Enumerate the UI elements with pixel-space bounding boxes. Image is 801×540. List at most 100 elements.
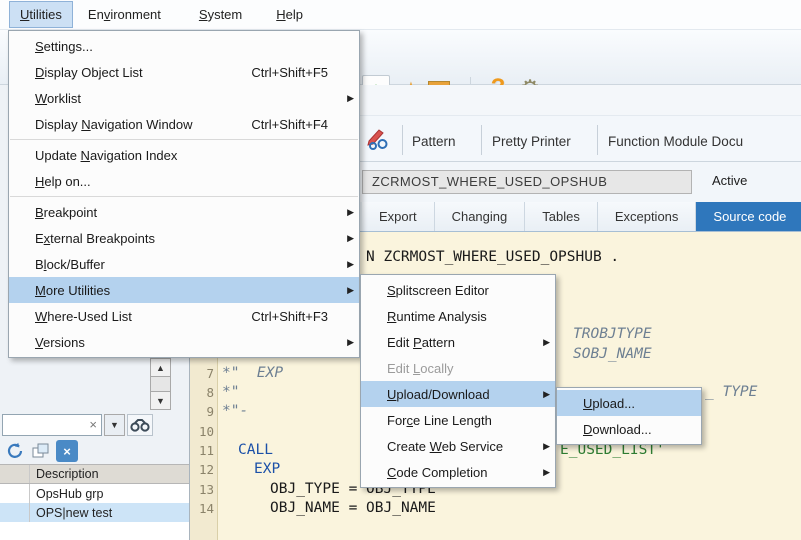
menu-item-label: Versions <box>35 335 85 350</box>
status-active-label: Active <box>712 173 747 188</box>
row-icon-cell <box>0 484 30 503</box>
tab-changing[interactable]: Changing <box>435 202 526 231</box>
upload-download-submenu: Upload... Download... <box>556 387 702 445</box>
code-fragment: *"- <box>222 402 248 421</box>
menu-item-where-used-list[interactable]: Where-Used List Ctrl+Shift+F3 <box>9 303 359 329</box>
menu-item-update-navigation-index[interactable]: Update Navigation Index <box>9 142 359 168</box>
menu-item-breakpoint[interactable]: Breakpoint▶ <box>9 199 359 225</box>
tab-source-code[interactable]: Source code <box>696 202 801 231</box>
menu-item-upload-download[interactable]: Upload/Download▶ <box>361 381 555 407</box>
clear-icon[interactable]: × <box>89 417 97 432</box>
menu-item-splitscreen-editor[interactable]: Splitscreen Editor <box>361 277 555 303</box>
line-number: 10 <box>190 422 214 441</box>
submenu-arrow-icon: ▶ <box>342 259 354 270</box>
function-module-docu-button[interactable]: Function Module Docu <box>608 129 743 155</box>
menu-item-shortcut: Ctrl+Shift+F4 <box>251 117 342 132</box>
tab-export[interactable]: Export <box>362 202 435 231</box>
line-number: 7 <box>190 364 214 383</box>
menu-item-label: Display Object List <box>35 65 143 80</box>
menubar-help[interactable]: Help <box>266 2 313 27</box>
menu-separator <box>10 139 358 140</box>
code-fragment: TROBJTYPE <box>573 325 652 344</box>
code-fragment: *" <box>222 383 239 402</box>
menu-item-download[interactable]: Download... <box>557 416 701 442</box>
menu-item-versions[interactable]: Versions ▶ <box>9 329 359 355</box>
scrollbar-track[interactable] <box>150 377 171 391</box>
refresh-icon[interactable] <box>4 440 26 462</box>
menu-item-label: Block/Buffer <box>35 257 105 272</box>
menu-item-runtime-analysis[interactable]: Runtime Analysis <box>361 303 555 329</box>
menu-item-edit-pattern[interactable]: Edit Pattern ▶ <box>361 329 555 355</box>
menu-item-create-web-service[interactable]: Create Web Service▶ <box>361 433 555 459</box>
display-change-icon[interactable] <box>364 126 392 152</box>
menu-item-label: Settings... <box>35 39 93 54</box>
submenu-arrow-icon: ▶ <box>538 441 550 452</box>
code-fragment: CALL <box>238 441 273 460</box>
object-name-field[interactable]: ZCRMOST_WHERE_USED_OPSHUB <box>362 170 692 194</box>
menu-separator <box>10 196 358 197</box>
close-icon[interactable]: × <box>56 440 78 462</box>
line-number: 8 <box>190 383 214 402</box>
scroll-up-icon[interactable]: ▲ <box>150 358 171 377</box>
line-number: 11 <box>190 441 214 460</box>
utilities-menu: Settings... Display Object List Ctrl+Shift… <box>8 30 360 358</box>
line-number: 14 <box>190 499 214 518</box>
toolbar-separator <box>481 125 482 155</box>
menu-item-external-breakpoints[interactable]: External Breakpoints ▶ <box>9 225 359 251</box>
toolbar-separator <box>597 125 598 155</box>
submenu-arrow-icon: ▶ <box>538 467 550 478</box>
row-description-cell: OPS|new test <box>30 506 189 520</box>
menubar-environment[interactable]: Environment <box>78 2 171 27</box>
menu-item-label: Display Navigation Window <box>35 117 193 132</box>
menu-item-code-completion[interactable]: Code Completion▶ <box>361 459 555 485</box>
menu-item-block-buffer[interactable]: Block/Buffer ▶ <box>9 251 359 277</box>
menubar-utilities[interactable]: Utilities <box>10 2 72 27</box>
line-number: 12 <box>190 460 214 479</box>
table-row[interactable]: OpsHub grp <box>0 484 189 503</box>
submenu-arrow-icon: ▶ <box>342 233 354 244</box>
menubar-system[interactable]: System <box>189 2 252 27</box>
menu-item-label: Edit Pattern <box>387 335 455 350</box>
code-fragment: EXP <box>254 460 280 479</box>
chevron-down-icon[interactable]: ▼ <box>104 414 125 436</box>
results-table: Description OpsHub grp OPS|new test <box>0 464 189 540</box>
menu-item-label: Upload... <box>583 396 635 411</box>
tab-tables[interactable]: Tables <box>525 202 598 231</box>
menu-item-force-line-length[interactable]: Force Line Length <box>361 407 555 433</box>
menu-item-label: Worklist <box>35 91 81 106</box>
submenu-arrow-icon: ▶ <box>538 337 550 348</box>
scroll-down-icon[interactable]: ▼ <box>150 391 171 410</box>
table-header: Description <box>0 465 189 484</box>
submenu-arrow-icon: ▶ <box>342 93 354 104</box>
menu-item-display-navigation-window[interactable]: Display Navigation Window Ctrl+Shift+F4 <box>9 111 359 137</box>
menu-item-help-on[interactable]: Help on... <box>9 168 359 194</box>
menu-item-label: Help on... <box>35 174 91 189</box>
submenu-arrow-icon: ▶ <box>342 337 354 348</box>
icon-column-header <box>0 465 30 483</box>
code-fragment: _ TYPE <box>705 383 757 402</box>
code-fragment: *" EXP <box>222 364 283 383</box>
menu-item-upload[interactable]: Upload... <box>557 390 701 416</box>
table-body: OpsHub grp OPS|new test <box>0 484 189 522</box>
menu-item-label: Splitscreen Editor <box>387 283 489 298</box>
pattern-button[interactable]: Pattern <box>412 129 456 155</box>
binoculars-icon[interactable] <box>127 414 153 436</box>
menu-item-display-object-list[interactable]: Display Object List Ctrl+Shift+F5 <box>9 59 359 85</box>
row-icon-cell <box>0 503 30 522</box>
code-fragment: OBJ_NAME = OBJ_NAME <box>270 499 436 518</box>
menu-item-label: Where-Used List <box>35 309 132 324</box>
menu-item-more-utilities[interactable]: More Utilities▶ <box>9 277 359 303</box>
table-row[interactable]: OPS|new test <box>0 503 189 522</box>
tab-exceptions[interactable]: Exceptions <box>598 202 697 231</box>
menu-item-shortcut: Ctrl+Shift+F5 <box>251 65 342 80</box>
menu-item-settings[interactable]: Settings... <box>9 33 359 59</box>
menu-item-worklist[interactable]: Worklist ▶ <box>9 85 359 111</box>
menu-item-shortcut: Ctrl+Shift+F3 <box>251 309 342 324</box>
search-input[interactable]: × <box>2 414 102 436</box>
submenu-arrow-icon: ▶ <box>538 389 550 400</box>
menu-bar: UtilitiesEnvironment System Help <box>0 0 801 30</box>
menu-item-label: Download... <box>583 422 652 437</box>
pretty-printer-button[interactable]: Pretty Printer <box>492 129 571 155</box>
refresh-all-icon[interactable] <box>30 440 52 462</box>
menu-item-label: External Breakpoints <box>35 231 155 246</box>
